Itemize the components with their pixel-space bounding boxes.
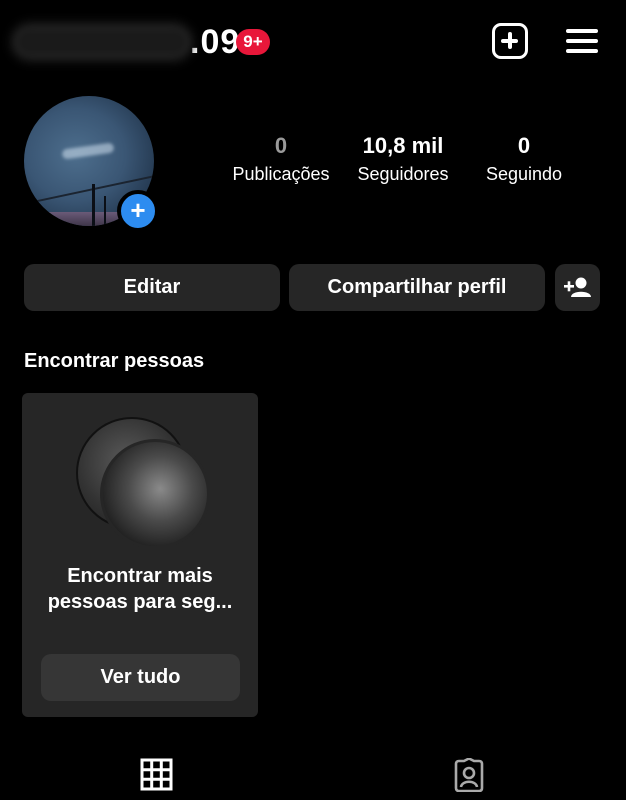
- suggestion-card: Encontrar mais pessoas para seg... Ver t…: [22, 393, 258, 717]
- stat-posts[interactable]: 0 Publicações: [222, 132, 340, 186]
- edit-profile-button[interactable]: Editar: [24, 264, 280, 311]
- stat-followers-label: Seguidores: [357, 164, 449, 184]
- redacted-username-part: [18, 30, 186, 55]
- stat-followers-value: 10,8 mil: [362, 133, 444, 158]
- see-all-button[interactable]: Ver tudo: [41, 654, 240, 701]
- notification-badge[interactable]: 9+: [236, 29, 270, 55]
- stat-following[interactable]: 0 Seguindo: [470, 132, 578, 186]
- tagged-icon[interactable]: [452, 758, 486, 792]
- suggestion-card-title: Encontrar mais pessoas para seg...: [47, 565, 233, 613]
- hamburger-menu-icon[interactable]: [566, 27, 600, 55]
- plus-square-icon[interactable]: [492, 23, 528, 59]
- discover-section-title: Encontrar pessoas: [24, 350, 205, 372]
- stat-following-value: 0: [517, 133, 531, 158]
- stat-followers[interactable]: 10,8 mil Seguidores: [344, 132, 462, 186]
- top-bar: .09 9+: [0, 0, 626, 84]
- stat-posts-value: 0: [274, 133, 288, 158]
- suggested-avatar-front: [100, 439, 210, 549]
- add-person-button[interactable]: [555, 264, 600, 311]
- stat-posts-label: Publicações: [232, 164, 330, 184]
- username[interactable]: .09: [18, 22, 240, 62]
- add-story-plus-icon[interactable]: +: [117, 190, 159, 232]
- grid-icon[interactable]: [140, 758, 173, 791]
- stat-following-label: Seguindo: [485, 164, 563, 184]
- share-profile-button[interactable]: Compartilhar perfil: [289, 264, 545, 311]
- add-person-icon: [564, 277, 591, 297]
